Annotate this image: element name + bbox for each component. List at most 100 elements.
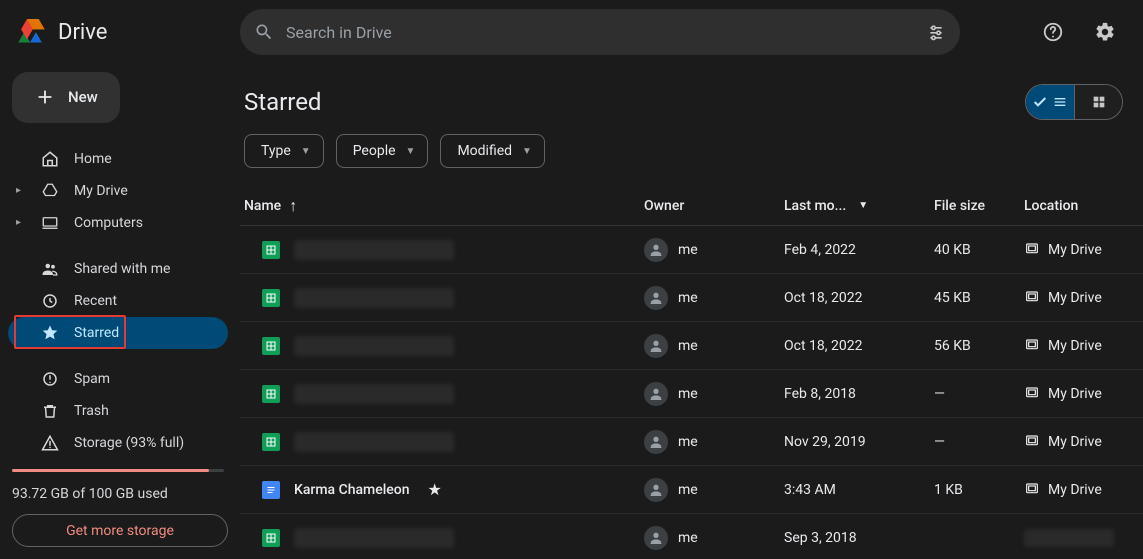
filename: Karma Chameleon	[294, 482, 410, 498]
search-input[interactable]	[286, 23, 914, 42]
gear-icon	[1094, 21, 1116, 43]
view-list-button[interactable]	[1026, 85, 1074, 119]
filter-modified[interactable]: Modified▼	[440, 134, 545, 168]
computers-icon	[41, 214, 59, 232]
sidebar-item-recent[interactable]: Recent	[8, 285, 228, 317]
view-grid-button[interactable]	[1074, 85, 1122, 119]
help-button[interactable]	[1033, 12, 1073, 52]
cell-modified: Nov 29, 2019	[784, 434, 934, 450]
owner-text: me	[678, 338, 698, 354]
cell-owner: me	[644, 334, 784, 358]
cell-location	[1024, 529, 1127, 547]
sheets-file-icon	[262, 385, 280, 403]
redacted-filename	[294, 384, 454, 404]
avatar	[644, 478, 668, 502]
sidebar-item-label: Trash	[74, 403, 109, 419]
sheets-file-icon	[262, 337, 280, 355]
sidebar-item-label: Starred	[74, 325, 119, 341]
cell-name	[244, 528, 644, 548]
search-bar[interactable]	[240, 9, 960, 55]
list-icon	[1052, 94, 1068, 110]
cell-owner: me	[644, 478, 784, 502]
table-row[interactable]: Karma Chameleon★me3:43 AM1 KBMy Drive	[240, 466, 1143, 514]
sidebar-item-spam[interactable]: Spam	[8, 363, 228, 395]
check-icon	[1032, 94, 1048, 110]
cell-modified: Feb 8, 2018	[784, 386, 934, 402]
sidebar-item-trash[interactable]: Trash	[8, 395, 228, 427]
get-more-storage-button[interactable]: Get more storage	[12, 514, 228, 547]
location-text: My Drive	[1048, 242, 1102, 258]
filter-people[interactable]: People▼	[336, 134, 429, 168]
logo[interactable]: Drive	[12, 15, 232, 49]
expand-icon[interactable]: ▸	[16, 217, 26, 228]
table-row[interactable]: meSep 3, 2018	[240, 514, 1143, 559]
view-toggle	[1025, 84, 1123, 120]
sidebar: New Home ▸ My Drive ▸ Computers	[0, 64, 240, 559]
col-owner[interactable]: Owner	[644, 198, 784, 214]
cell-name	[244, 384, 644, 404]
table-row[interactable]: meOct 18, 202245 KBMy Drive	[240, 274, 1143, 322]
search-options-icon[interactable]	[926, 22, 946, 42]
sidebar-item-label: Home	[74, 151, 112, 167]
cell-owner: me	[644, 286, 784, 310]
sidebar-item-my-drive[interactable]: ▸ My Drive	[8, 175, 228, 207]
redacted-filename	[294, 528, 454, 548]
owner-text: me	[678, 242, 698, 258]
sidebar-item-computers[interactable]: ▸ Computers	[8, 207, 228, 239]
cell-size: —	[934, 386, 1024, 402]
cell-size: 56 KB	[934, 338, 1024, 354]
spam-icon	[41, 370, 59, 388]
chip-label: People	[353, 143, 396, 159]
avatar	[644, 382, 668, 406]
redacted-filename	[294, 240, 454, 260]
cell-modified: Sep 3, 2018	[784, 530, 934, 546]
sidebar-item-home[interactable]: Home	[8, 143, 228, 175]
owner-text: me	[678, 482, 698, 498]
settings-button[interactable]	[1085, 12, 1125, 52]
table-row[interactable]: meFeb 4, 202240 KBMy Drive	[240, 226, 1143, 274]
app-name: Drive	[58, 20, 107, 45]
col-modified[interactable]: Last mo...▼	[784, 198, 934, 214]
storage-used-text: 93.72 GB of 100 GB used	[12, 486, 224, 502]
cell-name	[244, 288, 644, 308]
docs-file-icon	[262, 481, 280, 499]
new-button[interactable]: New	[12, 72, 120, 123]
sidebar-item-label: Recent	[74, 293, 117, 309]
cell-name: Karma Chameleon ★	[244, 480, 644, 499]
table-row[interactable]: meFeb 8, 2018—My Drive	[240, 370, 1143, 418]
location-icon	[1024, 240, 1040, 260]
cell-modified: Oct 18, 2022	[784, 290, 934, 306]
help-icon	[1042, 21, 1064, 43]
starred-icon: ★	[428, 480, 442, 499]
avatar	[644, 430, 668, 454]
drive-logo-icon	[16, 15, 50, 49]
sidebar-item-storage[interactable]: Storage (93% full)	[8, 427, 228, 459]
cloud-icon	[41, 434, 59, 452]
sidebar-item-starred[interactable]: Starred	[8, 317, 228, 349]
location-text: My Drive	[1048, 290, 1102, 306]
location-text: My Drive	[1048, 386, 1102, 402]
cell-owner: me	[644, 526, 784, 550]
location-icon	[1024, 336, 1040, 356]
col-size[interactable]: File size	[934, 198, 1024, 214]
avatar	[644, 526, 668, 550]
table-row[interactable]: meNov 29, 2019—My Drive	[240, 418, 1143, 466]
cell-location: My Drive	[1024, 480, 1127, 500]
caret-down-icon: ▼	[522, 146, 532, 157]
file-table: Name↑ Owner Last mo...▼ File size Locati…	[240, 186, 1143, 559]
trash-icon	[41, 402, 59, 420]
clock-icon	[41, 292, 59, 310]
col-name[interactable]: Name↑	[244, 196, 644, 216]
new-button-label: New	[68, 88, 98, 106]
table-header: Name↑ Owner Last mo...▼ File size Locati…	[240, 186, 1143, 226]
sidebar-item-label: Storage (93% full)	[74, 435, 184, 451]
filter-type[interactable]: Type▼	[244, 134, 324, 168]
expand-icon[interactable]: ▸	[16, 185, 26, 196]
col-location[interactable]: Location	[1024, 198, 1127, 214]
filters: Type▼ People▼ Modified▼	[240, 134, 1143, 186]
drive-icon	[41, 182, 59, 200]
star-icon	[41, 324, 59, 342]
table-row[interactable]: meOct 18, 202256 KBMy Drive	[240, 322, 1143, 370]
sidebar-item-shared[interactable]: Shared with me	[8, 253, 228, 285]
avatar	[644, 286, 668, 310]
